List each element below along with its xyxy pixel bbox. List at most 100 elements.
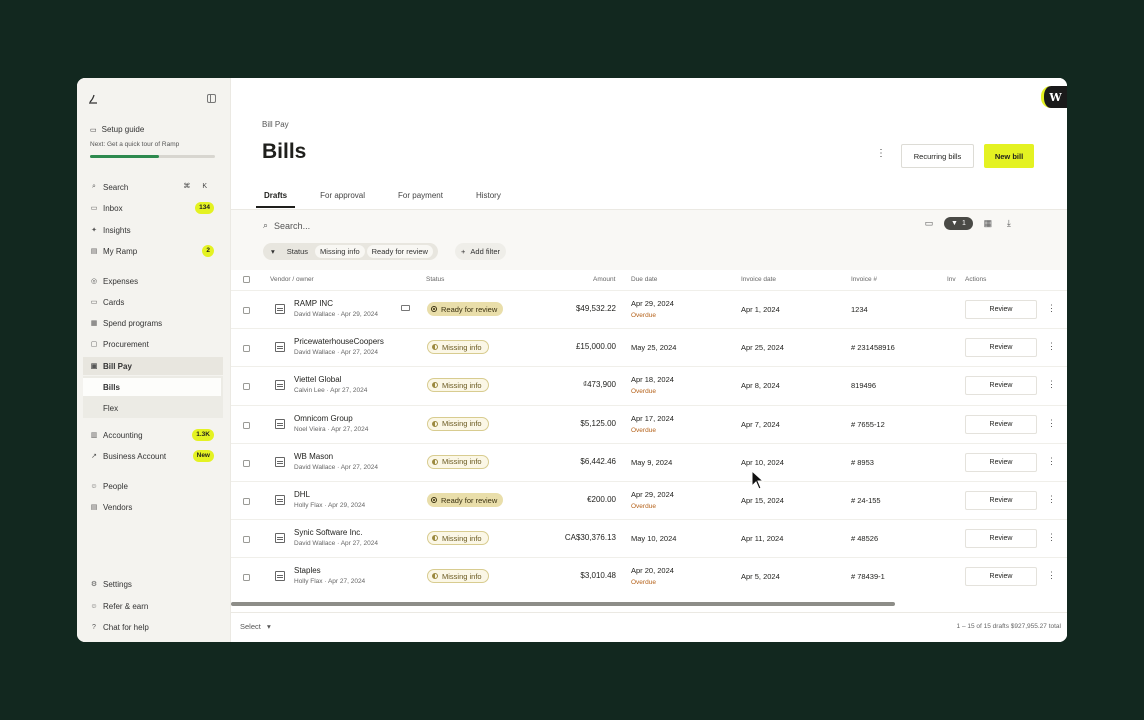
column-header-vendor[interactable]: Vendor / owner	[270, 276, 314, 283]
vendor-name[interactable]: Staples	[294, 566, 321, 575]
row-more-icon[interactable]: ⋮	[1047, 418, 1056, 429]
amount: $3,010.48	[580, 571, 616, 581]
table-row[interactable]: WB Mason David Wallace · Apr 27, 2024 Miss…	[231, 442, 1067, 481]
row-checkbox[interactable]	[243, 383, 250, 391]
tab-drafts[interactable]: Drafts	[256, 188, 296, 208]
sidebar-item-spend-programs[interactable]: ▦ Spend programs	[90, 314, 218, 332]
horizontal-scrollbar[interactable]	[231, 602, 895, 606]
sidebar-item-my-ramp[interactable]: ▤ My Ramp 2	[90, 242, 218, 260]
invoice-date: Apr 7, 2024	[741, 419, 780, 429]
table-row[interactable]: Synic Software Inc. David Wallace · Apr 2…	[231, 519, 1067, 557]
sidebar-item-vendors[interactable]: ▤ Vendors	[90, 498, 218, 516]
amount: €200.00	[587, 495, 616, 504]
sidebar-item-chat[interactable]: ? Chat for help	[90, 618, 218, 636]
chat-icon: ?	[92, 623, 96, 631]
table-row[interactable]: Omnicom Group Noel Vieira · Apr 27, 2024 M…	[231, 404, 1067, 443]
vendor-name[interactable]: Viettel Global	[294, 375, 341, 384]
sidebar-item-flex[interactable]: Flex	[83, 399, 221, 417]
tab-history[interactable]: History	[468, 188, 509, 208]
overdue-label: Overdue	[631, 312, 656, 319]
review-button[interactable]: Review	[965, 300, 1037, 319]
column-header-status[interactable]: Status	[426, 276, 444, 283]
row-more-icon[interactable]: ⋮	[1047, 532, 1056, 543]
tab-for-approval[interactable]: For approval	[312, 188, 373, 208]
vendor-name[interactable]: Synic Software Inc.	[294, 528, 362, 537]
sidebar-item-accounting[interactable]: ▥ Accounting 1.3K	[90, 426, 218, 444]
review-button[interactable]: Review	[965, 376, 1037, 396]
vendor-name[interactable]: WB Mason	[294, 452, 333, 461]
select-dropdown[interactable]: Select ▾	[240, 622, 271, 631]
row-more-icon[interactable]: ⋮	[1047, 341, 1056, 352]
search-input[interactable]: Search...	[274, 221, 310, 231]
columns-icon[interactable]: ▦	[982, 218, 994, 230]
column-header-invoice-date[interactable]: Invoice date	[741, 276, 776, 283]
row-checkbox[interactable]	[243, 574, 250, 582]
sidebar-item-bills[interactable]: Bills	[83, 378, 221, 396]
download-icon[interactable]: ⤓	[1003, 218, 1015, 230]
row-checkbox[interactable]	[243, 536, 250, 544]
vendor-name[interactable]: DHL	[294, 490, 310, 499]
select-all-checkbox[interactable]	[243, 276, 250, 283]
vendor-owner: Noel Vieira · Apr 27, 2024	[294, 425, 369, 433]
table-row[interactable]: Viettel Global Calvin Lee · Apr 27, 2024 M…	[231, 366, 1067, 404]
status-label: Missing info	[442, 457, 482, 467]
more-options-icon[interactable]: ⋮	[876, 148, 886, 159]
sidebar-item-refer[interactable]: ☺ Refer & earn	[90, 597, 218, 615]
vendor-name[interactable]: Omnicom Group	[294, 414, 353, 423]
table-row[interactable]: DHL Holly Flax · Apr 29, 2024 Ready for re…	[231, 481, 1067, 519]
row-more-icon[interactable]: ⋮	[1047, 570, 1056, 581]
tab-for-payment[interactable]: For payment	[390, 188, 451, 208]
review-button[interactable]: Review	[965, 491, 1037, 510]
status-filter-chip[interactable]: ▾ Status Missing info Ready for review	[263, 243, 438, 260]
column-header-due-date[interactable]: Due date	[631, 276, 657, 283]
setup-guide-link[interactable]: ▭ Setup guide	[90, 125, 144, 134]
sidebar-item-expenses[interactable]: ◎ Expenses	[90, 272, 218, 290]
sidebar-item-settings[interactable]: ⚙ Settings	[90, 575, 218, 593]
row-checkbox[interactable]	[243, 307, 250, 314]
table-row[interactable]: PricewaterhouseCoopers David Wallace · Ap…	[231, 328, 1067, 366]
review-button[interactable]: Review	[965, 414, 1037, 434]
review-button[interactable]: Review	[965, 529, 1037, 549]
vendor-name[interactable]: RAMP INC	[294, 299, 333, 308]
ramp-logo-icon[interactable]	[87, 93, 99, 105]
sidebar-search[interactable]: ⌕ Search ⌘ K	[90, 178, 218, 196]
row-checkbox[interactable]	[243, 345, 250, 353]
sidebar-item-business-account[interactable]: ↗ Business Account New	[90, 447, 218, 465]
row-more-icon[interactable]: ⋮	[1047, 303, 1056, 314]
row-checkbox[interactable]	[243, 459, 250, 467]
search-bar[interactable]: ⌕ Search...	[263, 220, 310, 231]
sidebar-item-cards[interactable]: ▭ Cards	[90, 293, 218, 311]
sidebar-item-label: Chat for help	[103, 622, 149, 632]
new-bill-button[interactable]: New bill	[984, 144, 1034, 168]
column-header-invoice-number[interactable]: Invoice #	[851, 276, 877, 283]
breadcrumb[interactable]: Bill Pay	[262, 120, 289, 129]
sidebar-item-insights[interactable]: ✦ Insights	[90, 221, 218, 239]
sidebar-item-bill-pay[interactable]: ▣ Bill Pay	[83, 357, 223, 375]
add-filter-label: Add filter	[470, 247, 500, 256]
table-row[interactable]: Staples Holly Flax · Apr 27, 2024 Missing …	[231, 557, 1067, 595]
column-header-amount[interactable]: Amount	[593, 276, 615, 283]
calendar-icon[interactable]: ▭	[923, 218, 935, 230]
review-button[interactable]: Review	[965, 567, 1037, 587]
table-row[interactable]: RAMP INC David Wallace · Apr 29, 2024 Read…	[231, 290, 1067, 328]
active-filters-button[interactable]: ▼ 1	[944, 217, 973, 230]
table-toolbar: ▭ ▼ 1 ▦ ⤓	[923, 217, 1015, 230]
review-button[interactable]: Review	[965, 452, 1037, 472]
row-more-icon[interactable]: ⋮	[1047, 456, 1056, 467]
sidebar-item-procurement[interactable]: ▢ Procurement	[90, 335, 218, 353]
row-more-icon[interactable]: ⋮	[1047, 494, 1056, 505]
row-checkbox[interactable]	[243, 498, 250, 505]
filter-value-ready-for-review[interactable]: Ready for review	[366, 245, 433, 258]
vendor-name[interactable]: PricewaterhouseCoopers	[294, 337, 384, 346]
collapse-sidebar-icon[interactable]	[207, 94, 216, 103]
sidebar-item-inbox[interactable]: ▭ Inbox 134	[90, 199, 218, 217]
column-header-inv[interactable]: Inv	[947, 276, 956, 283]
add-filter-button[interactable]: + Add filter	[455, 243, 506, 260]
filter-value-missing-info[interactable]: Missing info	[315, 245, 365, 258]
review-button[interactable]: Review	[965, 338, 1037, 358]
row-more-icon[interactable]: ⋮	[1047, 379, 1056, 390]
recurring-bills-button[interactable]: Recurring bills	[901, 144, 974, 168]
workspace-logo[interactable]: W	[1041, 86, 1067, 108]
row-checkbox[interactable]	[243, 421, 250, 429]
sidebar-item-people[interactable]: ☺ People	[90, 477, 218, 495]
